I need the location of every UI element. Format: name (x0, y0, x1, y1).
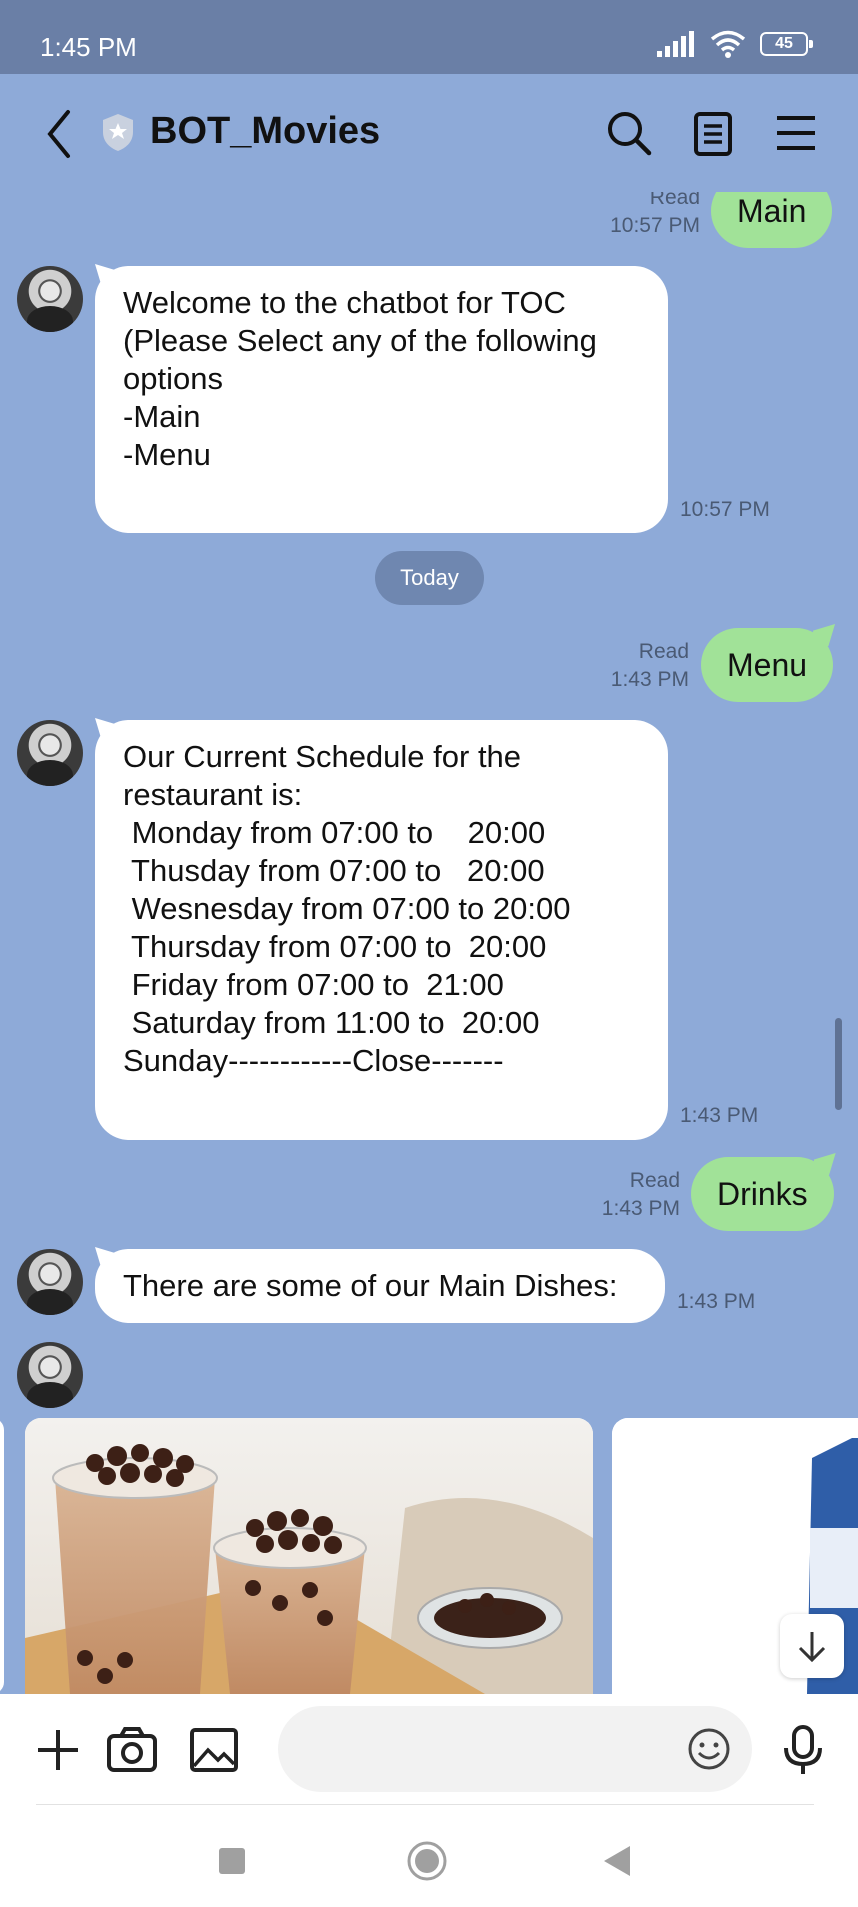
status-icons: 45 (656, 30, 813, 58)
arrow-down-icon (798, 1632, 826, 1663)
home-button-icon[interactable] (406, 1840, 448, 1882)
carousel-card-previous[interactable] (0, 1418, 4, 1694)
plus-icon[interactable] (30, 1722, 86, 1778)
message-input[interactable] (306, 1726, 666, 1772)
bot-avatar[interactable] (17, 1249, 83, 1315)
signal-icon (657, 31, 694, 57)
message-meta: Read 1:43 PM (611, 638, 689, 694)
wifi-icon (710, 30, 746, 58)
recents-button-icon[interactable] (217, 1846, 247, 1876)
message-bubble-mine[interactable]: Main (711, 192, 833, 248)
message-time: 1:43 PM (677, 1290, 756, 1313)
message-time: 1:43 PM (601, 1197, 680, 1220)
scroll-down-button[interactable] (780, 1614, 844, 1678)
message-field[interactable] (278, 1706, 752, 1792)
divider (36, 1804, 814, 1805)
message-bubble-bot[interactable]: Welcome to the chatbot for TOC (Please S… (95, 266, 668, 533)
date-divider: Today (375, 551, 484, 605)
battery-icon: 45 (760, 32, 813, 56)
back-arrow-icon[interactable] (40, 106, 80, 162)
image-icon[interactable] (186, 1722, 242, 1778)
message-bubble-mine[interactable]: Menu (701, 628, 834, 702)
status-bar: 1:45 PM 45 (0, 0, 858, 74)
read-receipt: Read (629, 1169, 680, 1192)
notes-icon[interactable] (688, 108, 738, 158)
message-bubble-mine[interactable]: Drinks (691, 1157, 834, 1231)
message-input-bar (0, 1694, 858, 1816)
status-time: 1:45 PM (40, 32, 137, 62)
bot-avatar[interactable] (17, 266, 83, 332)
bot-avatar[interactable] (17, 1342, 83, 1408)
message-meta: Read 1:43 PM (602, 1167, 680, 1223)
message-time: 10:57 PM (680, 498, 770, 521)
emoji-icon[interactable] (686, 1726, 732, 1772)
read-receipt: Read (649, 192, 700, 209)
official-shield-icon (103, 114, 133, 151)
chat-header: BOT_Movies (0, 74, 858, 192)
message-bubble-bot[interactable]: Our Current Schedule for the restaurant … (95, 720, 668, 1140)
chat-title[interactable]: BOT_Movies (150, 110, 380, 153)
message-time: 10:57 PM (610, 214, 700, 237)
system-nav-bar (0, 1816, 858, 1907)
message-time: 1:43 PM (680, 1104, 759, 1127)
read-receipt: Read (638, 640, 689, 663)
message-bubble-bot[interactable]: There are some of our Main Dishes: (95, 1249, 665, 1323)
message-time: 1:43 PM (610, 668, 689, 691)
menu-icon[interactable] (771, 108, 821, 158)
search-icon[interactable] (604, 108, 654, 158)
message-meta: Read 10:57 PM (610, 192, 700, 240)
scroll-indicator[interactable] (835, 1018, 842, 1110)
camera-icon[interactable] (104, 1722, 160, 1778)
bubble-tea-image (25, 1418, 593, 1694)
microphone-icon[interactable] (775, 1722, 831, 1778)
battery-level: 45 (775, 35, 793, 52)
bot-avatar[interactable] (17, 720, 83, 786)
back-button-icon[interactable] (602, 1844, 632, 1878)
carousel-card-bubble-tea[interactable] (25, 1418, 593, 1694)
